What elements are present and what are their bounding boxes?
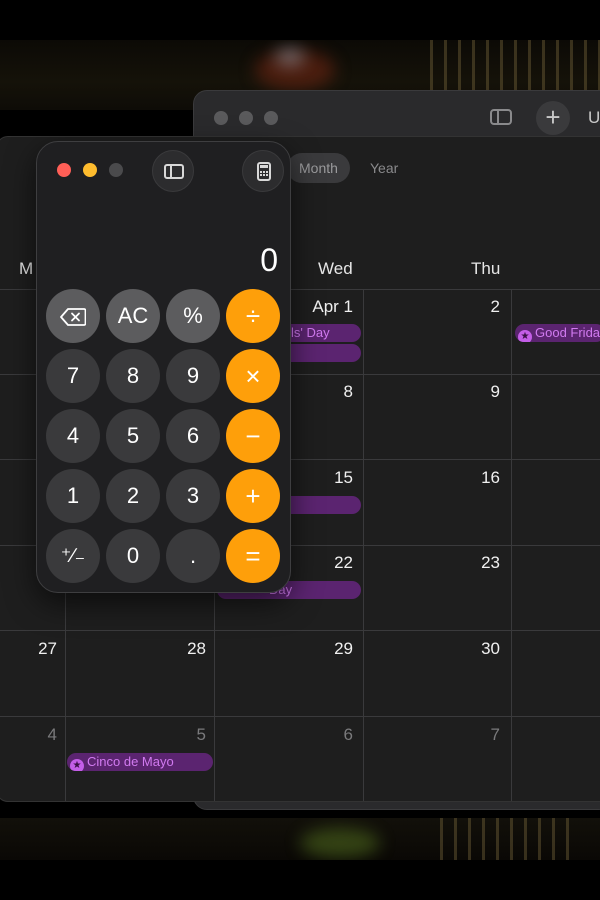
event-label: Good Frida	[535, 325, 600, 340]
grid-line	[363, 289, 364, 801]
calculator-icon	[257, 162, 271, 181]
digit-4-button[interactable]: 4	[46, 409, 100, 463]
add-button[interactable]: +	[226, 469, 280, 523]
backspace-button[interactable]	[46, 289, 100, 343]
day-number[interactable]: 16	[440, 468, 500, 488]
event-label: Cinco de Mayo	[87, 754, 174, 769]
event-good-friday[interactable]: ★ Good Frida	[515, 324, 600, 342]
holiday-star-icon: ★	[70, 759, 84, 771]
grid-line	[0, 630, 600, 631]
equals-button[interactable]: =	[226, 529, 280, 583]
weekday-header-thu: Thu	[471, 259, 501, 278]
browser-zoom-button[interactable]	[264, 111, 278, 125]
day-number[interactable]: 30	[440, 639, 500, 659]
weekday-header-mon: M	[19, 259, 34, 278]
calculator-mode-button[interactable]	[242, 150, 284, 192]
digit-5-button[interactable]: 5	[106, 409, 160, 463]
grid-line	[0, 716, 600, 717]
backspace-icon	[60, 308, 86, 327]
weekday-header-wed: Wed	[318, 259, 353, 278]
event-cinco-de-mayo[interactable]: ★ Cinco de Mayo	[67, 753, 213, 771]
day-number[interactable]: 22	[293, 553, 353, 573]
holiday-star-icon: ★	[518, 330, 532, 342]
day-number[interactable]: 6	[293, 725, 353, 745]
minimize-button[interactable]	[83, 163, 97, 177]
day-number[interactable]: 8	[293, 382, 353, 402]
sidebar-icon	[164, 164, 184, 179]
browser-close-button[interactable]	[214, 111, 228, 125]
browser-sidebar-icon[interactable]	[490, 109, 512, 125]
day-number[interactable]: 27	[0, 639, 57, 659]
wallpaper-bottom	[0, 818, 600, 860]
grid-line	[511, 289, 512, 801]
browser-tab-title[interactable]: U	[588, 108, 600, 128]
day-number[interactable]: 7	[440, 725, 500, 745]
digit-7-button[interactable]: 7	[46, 349, 100, 403]
digit-8-button[interactable]: 8	[106, 349, 160, 403]
decimal-button[interactable]: .	[166, 529, 220, 583]
percent-button[interactable]: %	[166, 289, 220, 343]
digit-3-button[interactable]: 3	[166, 469, 220, 523]
clear-button[interactable]: AC	[106, 289, 160, 343]
day-number[interactable]: Apr 1	[293, 297, 353, 317]
sidebar-toggle-button[interactable]	[152, 150, 194, 192]
subtract-button[interactable]: −	[226, 409, 280, 463]
day-number[interactable]: 29	[293, 639, 353, 659]
tab-month[interactable]: Month	[287, 153, 350, 183]
multiply-button[interactable]: ×	[226, 349, 280, 403]
digit-9-button[interactable]: 9	[166, 349, 220, 403]
calculator-window: 0 AC % ÷ 7 8 9 × 4 5 6 − 1 2 3 + ⁺∕₋ 0 .…	[36, 141, 291, 593]
day-number[interactable]: 4	[0, 725, 57, 745]
digit-1-button[interactable]: 1	[46, 469, 100, 523]
digit-0-button[interactable]: 0	[106, 529, 160, 583]
close-button[interactable]	[57, 163, 71, 177]
day-number[interactable]: 2	[440, 297, 500, 317]
day-number[interactable]: 15	[293, 468, 353, 488]
browser-new-tab-button[interactable]: +	[536, 101, 570, 135]
browser-minimize-button[interactable]	[239, 111, 253, 125]
digit-6-button[interactable]: 6	[166, 409, 220, 463]
calculator-display: 0	[260, 242, 278, 278]
day-number[interactable]: 5	[146, 725, 206, 745]
divide-button[interactable]: ÷	[226, 289, 280, 343]
digit-2-button[interactable]: 2	[106, 469, 160, 523]
day-number[interactable]: 28	[146, 639, 206, 659]
tab-year[interactable]: Year	[358, 153, 410, 183]
sign-toggle-button[interactable]: ⁺∕₋	[46, 529, 100, 583]
day-number[interactable]: 23	[440, 553, 500, 573]
zoom-button[interactable]	[109, 163, 123, 177]
day-number[interactable]: 9	[440, 382, 500, 402]
